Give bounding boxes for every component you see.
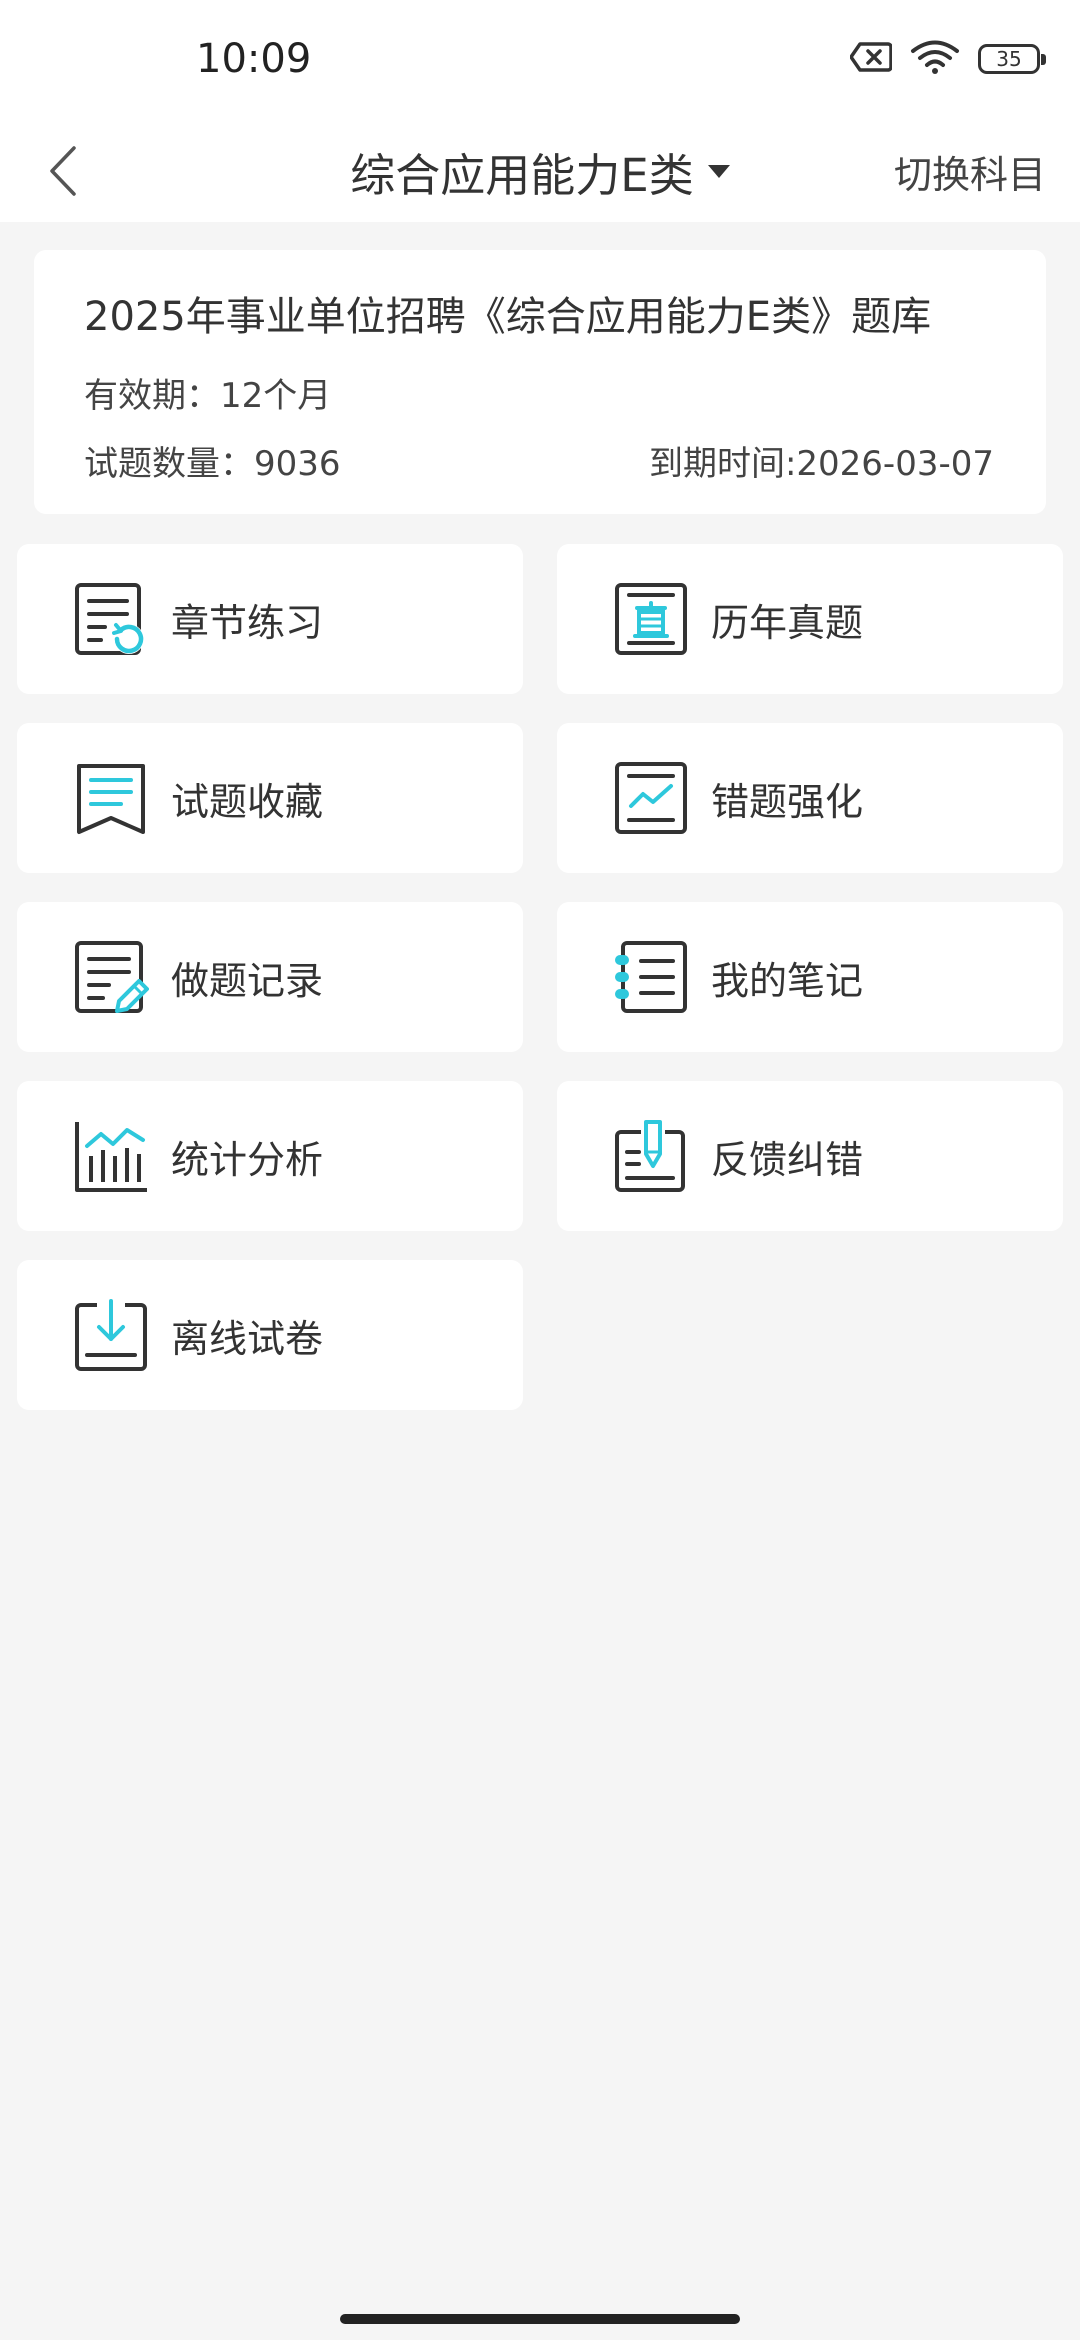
battery-icon: 35 [978, 44, 1046, 74]
past-papers-label: 历年真题 [711, 600, 864, 645]
validity-text: 有效期：12个月 [84, 376, 332, 416]
offline-papers-label: 离线试卷 [171, 1316, 324, 1361]
question-bank-title: 2025年事业单位招聘《综合应用能力E类》题库 [84, 294, 932, 340]
wrong-questions-icon [613, 760, 689, 836]
past-papers-tile[interactable]: 历年真题 [557, 544, 1063, 694]
switch-subject-button[interactable]: 切换科目 [894, 120, 1046, 222]
statistics-label: 统计分析 [171, 1137, 324, 1182]
feedback-icon [613, 1118, 689, 1194]
statistics-tile[interactable]: 统计分析 [17, 1081, 523, 1231]
wrong-questions-tile[interactable]: 错题强化 [557, 723, 1063, 873]
practice-record-tile[interactable]: 做题记录 [17, 902, 523, 1052]
expiry-date-text: 到期时间:2026-03-07 [648, 444, 994, 484]
caret-down-icon[interactable] [707, 164, 730, 178]
practice-record-label: 做题记录 [171, 958, 324, 1003]
question-count-text: 试题数量：9036 [84, 444, 341, 484]
page-title[interactable]: 综合应用能力E类 [350, 139, 693, 204]
favorites-tile[interactable]: 试题收藏 [17, 723, 523, 873]
battery-level: 35 [996, 47, 1022, 71]
chapter-practice-tile[interactable]: 章节练习 [17, 544, 523, 694]
notes-tile[interactable]: 我的笔记 [557, 902, 1063, 1052]
question-bank-card: 2025年事业单位招聘《综合应用能力E类》题库 有效期：12个月 试题数量：90… [34, 250, 1046, 514]
favorites-icon [73, 760, 149, 836]
practice-record-icon [73, 939, 149, 1015]
offline-papers-tile[interactable]: 离线试卷 [17, 1260, 523, 1410]
wrong-questions-label: 错题强化 [711, 779, 864, 824]
feedback-tile[interactable]: 反馈纠错 [557, 1081, 1063, 1231]
feedback-label: 反馈纠错 [711, 1137, 864, 1182]
wifi-icon [910, 40, 960, 78]
chapter-practice-icon [73, 581, 149, 657]
past-papers-icon [613, 581, 689, 657]
offline-download-icon [73, 1297, 149, 1373]
top-bar: 综合应用能力E类 切换科目 [0, 120, 1080, 222]
favorites-label: 试题收藏 [171, 779, 324, 824]
notes-label: 我的笔记 [711, 958, 864, 1003]
status-icons: 35 [832, 40, 1046, 78]
chapter-practice-label: 章节练习 [171, 600, 324, 645]
status-bar: 10:09 35 [0, 0, 1080, 120]
home-indicator[interactable] [340, 2314, 740, 2324]
statistics-icon [73, 1118, 149, 1194]
sim-none-icon [849, 41, 893, 77]
notes-icon [613, 939, 689, 1015]
status-time: 10:09 [196, 36, 312, 82]
back-chevron-icon [50, 146, 76, 196]
back-button[interactable] [38, 120, 88, 222]
